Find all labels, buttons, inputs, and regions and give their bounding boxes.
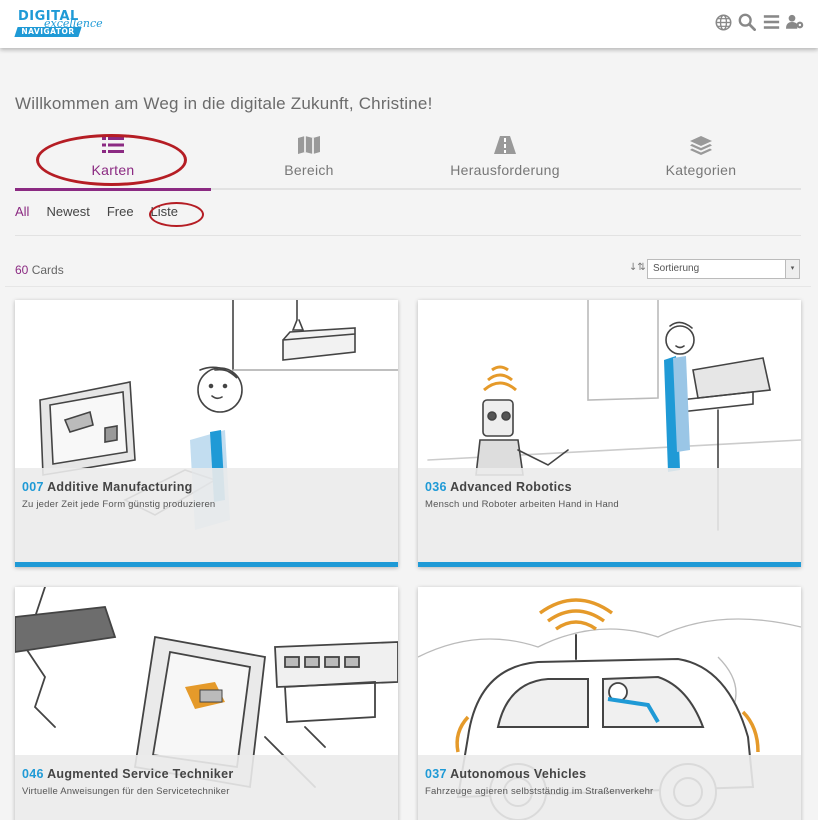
card-title-text: Augmented Service Techniker [47,767,234,781]
card-title-text: Additive Manufacturing [47,480,193,494]
tab-label: Kategorien [665,162,737,178]
card-title-text: Advanced Robotics [450,480,572,494]
filter-all[interactable]: All [15,204,29,219]
welcome-message: Willkommen am Weg in die digitale Zukunf… [15,94,433,113]
card-count-number: 60 [15,263,29,277]
card-title: 036 Advanced Robotics [425,480,572,494]
map-icon [211,128,407,158]
sort-select[interactable]: Sortierung ▾ [647,259,800,279]
card-number: 036 [425,480,447,494]
category-tabs: Karten Bereich Herausforderung Kategorie… [15,128,801,191]
logo-banner: NAVIGATOR [14,27,82,37]
header-icons [714,12,804,32]
card-title: 046 Augmented Service Techniker [22,767,233,781]
card-subtitle: Virtuelle Anweisungen für den Servicetec… [22,786,230,797]
tab-bereich[interactable]: Bereich [211,128,407,190]
filter-bar: All Newest Free Liste [15,204,178,219]
card-autonomous-vehicles[interactable]: 037 Autonomous Vehicles Fahrzeuge agiere… [418,587,801,820]
tab-label: Karten [91,162,135,178]
list-icon [15,128,211,158]
card-title-text: Autonomous Vehicles [450,767,587,781]
card-advanced-robotics[interactable]: 036 Advanced Robotics Mensch und Roboter… [418,300,801,567]
digital-excellence-navigator-logo[interactable]: DIGITAL excellence NAVIGATOR [14,8,103,38]
sort-icon: ↓⇅ [629,262,646,273]
search-icon[interactable] [738,12,756,32]
filter-newest[interactable]: Newest [46,204,89,219]
card-subtitle: Fahrzeuge agieren selbstständig im Straß… [425,786,654,797]
divider [5,286,811,287]
filter-free[interactable]: Free [107,204,134,219]
menu-icon[interactable] [762,12,780,32]
tab-herausforderung[interactable]: Herausforderung [407,128,603,190]
card-title: 037 Autonomous Vehicles [425,767,586,781]
card-number: 007 [22,480,44,494]
sort-value: Sortierung [653,263,700,274]
filter-liste[interactable]: Liste [151,204,178,219]
road-icon [407,128,603,158]
tab-karten[interactable]: Karten [15,128,211,191]
top-header: DIGITAL excellence NAVIGATOR [0,0,818,48]
card-count-label: Cards [31,263,64,277]
divider [15,235,801,236]
user-settings-icon[interactable] [786,12,804,32]
card-count: 60 Cards [15,263,64,277]
globe-icon[interactable] [714,12,732,32]
card-number: 046 [22,767,44,781]
logo-line-3: NAVIGATOR [21,27,75,36]
card-subtitle: Mensch und Roboter arbeiten Hand in Hand [425,499,619,510]
tab-kategorien[interactable]: Kategorien [603,128,799,190]
layers-icon [603,128,799,158]
card-accent-bar [15,562,398,567]
chevron-down-icon: ▾ [785,260,799,278]
card-title: 007 Additive Manufacturing [22,480,193,494]
card-number: 037 [425,767,447,781]
card-additive-manufacturing[interactable]: 007 Additive Manufacturing Zu jeder Zeit… [15,300,398,567]
tab-label: Herausforderung [450,162,560,178]
card-subtitle: Zu jeder Zeit jede Form günstig produzie… [22,499,216,510]
card-augmented-service-techniker[interactable]: 046 Augmented Service Techniker Virtuell… [15,587,398,820]
card-accent-bar [418,562,801,567]
tab-label: Bereich [284,162,334,178]
